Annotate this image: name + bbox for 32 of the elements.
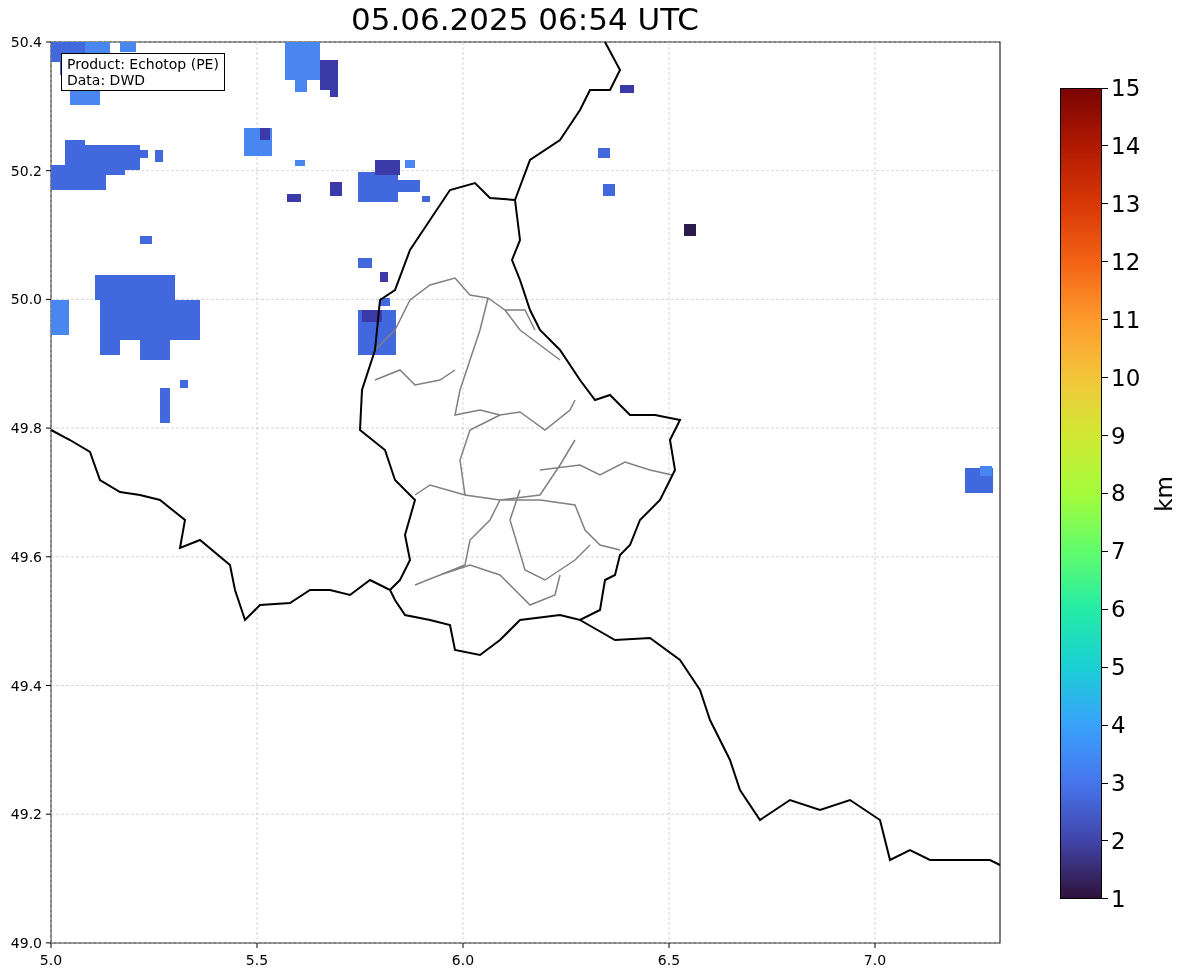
colorbar-tick-label: 3: [1111, 770, 1126, 797]
colorbar-tick-label: 8: [1111, 480, 1126, 507]
latitude-label: 49.2: [10, 806, 42, 823]
latitude-label: 49.4: [10, 677, 42, 694]
longitude-label: 6.0: [451, 952, 475, 968]
colorbar-tick-label: 15: [1111, 75, 1141, 101]
colorbar-tick-label: 14: [1111, 132, 1141, 159]
longitude-label: 6.5: [657, 952, 681, 968]
colorbar-tick-label: 1: [1111, 885, 1126, 912]
colorbar-tick-label: 5: [1111, 654, 1126, 681]
map-title: 05.06.2025 06:54 UTC: [351, 0, 699, 38]
colorbar-tick-label: 9: [1111, 422, 1126, 449]
colorbar-tick-label: 11: [1111, 306, 1141, 333]
colorbar-tick-label: 12: [1111, 248, 1141, 275]
latitude-label: 49.8: [10, 420, 42, 437]
colorbar-tick-label: 4: [1111, 712, 1126, 739]
colorbar-tick-label: 2: [1111, 828, 1126, 854]
colorbar-unit-label: km: [1151, 475, 1178, 512]
colorbar-tick-label: 7: [1111, 538, 1126, 565]
colorbar-tick-label: 13: [1111, 190, 1141, 217]
latitude-label: 49.6: [10, 548, 42, 565]
colorbar-tick-label: 10: [1111, 364, 1141, 391]
latitude-label: 50.2: [10, 162, 42, 179]
legend-text: Product: Echotop (PE): [67, 56, 219, 72]
legend-text: Data: DWD: [67, 72, 146, 88]
latitude-label: 50.0: [10, 291, 42, 308]
latitude-label: 50.4: [10, 34, 42, 50]
colorbar-tick-label: 6: [1111, 596, 1126, 623]
latitude-label: 49.0: [10, 934, 42, 951]
longitude-label: 7.0: [863, 952, 887, 968]
longitude-label: 5.0: [39, 952, 63, 968]
longitude-label: 5.5: [245, 952, 269, 968]
